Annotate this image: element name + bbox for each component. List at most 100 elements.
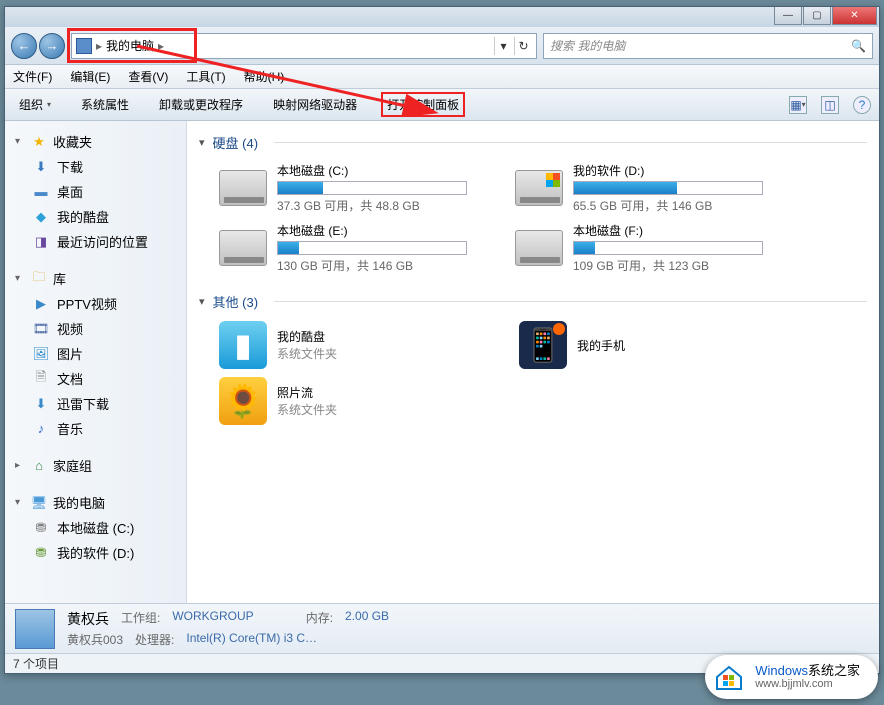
menu-help[interactable]: 帮助(H) (244, 68, 285, 85)
details-name: 黄权兵 (67, 609, 109, 629)
view-options-button[interactable]: ▦ ▾ (789, 96, 807, 114)
body: ▾ ★ 收藏夹 ⬇下载 ▬桌面 ◆我的酷盘 ◨最近访问的位置 ▾🗀库 ▶PPTV视频… (5, 121, 879, 603)
sidebar-label: 最近访问的位置 (57, 232, 148, 251)
organize-button[interactable]: 组织 ▾ (13, 92, 57, 117)
minimize-button[interactable]: — (774, 7, 802, 25)
sidebar-libraries-header[interactable]: ▾🗀库 (5, 266, 186, 291)
uninstall-programs-button[interactable]: 卸载或更改程序 (153, 92, 249, 117)
drive-stats: 65.5 GB 可用，共 146 GB (573, 197, 795, 214)
sidebar-label: 视频 (57, 319, 83, 338)
details-text: 黄权兵 工作组: WORKGROUP 内存: 2.00 GB 黄权兵003 处理… (67, 609, 389, 648)
menu-edit[interactable]: 编辑(E) (70, 68, 110, 85)
help-button[interactable]: ? (853, 96, 871, 114)
sidebar-item-pictures[interactable]: 🖼图片 (5, 341, 186, 366)
download-icon: ⬇ (33, 159, 49, 175)
drive-item[interactable]: 本地磁盘 (E:) 130 GB 可用，共 146 GB (219, 222, 499, 274)
drive-item[interactable]: 本地磁盘 (C:)37.3 GB 可用，共 48.8 GB (219, 162, 499, 214)
chevron-down-icon: ▾ (199, 295, 205, 308)
document-icon: 🗎 (33, 371, 49, 387)
refresh-button[interactable]: ↻ (514, 37, 532, 55)
sidebar-item-cooldisk[interactable]: ◆我的酷盘 (5, 204, 186, 229)
category-hdd-header[interactable]: ▾ 硬盘 (4) (199, 127, 867, 158)
sidebar-item-drive-d[interactable]: ⛃我的软件 (D:) (5, 540, 186, 565)
hdd-icon: ⛃ (33, 520, 49, 536)
drive-info: 本地磁盘 (F:) 109 GB 可用，共 123 GB (573, 222, 795, 274)
sidebar-item-downloads[interactable]: ⬇下载 (5, 154, 186, 179)
video-icon: 🎞 (33, 321, 49, 337)
watermark: Windows系统之家 www.bjjmlv.com (705, 655, 878, 699)
maximize-button[interactable]: ▢ (803, 7, 831, 25)
menu-bar: 文件(F) 编辑(E) 查看(V) 工具(T) 帮助(H) (5, 65, 879, 89)
folder-icon: 🌻 (219, 377, 267, 425)
sidebar-computer-header[interactable]: ▾🖥我的电脑 (5, 490, 186, 515)
menu-tools[interactable]: 工具(T) (186, 68, 225, 85)
sidebar-item-xunlei[interactable]: ⬇迅雷下载 (5, 391, 186, 416)
sidebar-item-videos[interactable]: 🎞 视频 (5, 316, 186, 341)
titlebar[interactable]: — ▢ ✕ (5, 7, 879, 27)
close-button[interactable]: ✕ (832, 7, 877, 25)
sidebar-homegroup-header[interactable]: ▸⌂家庭组 (5, 453, 186, 478)
chevron-down-icon: ▾ (199, 136, 205, 149)
sidebar-item-music[interactable]: ♪ 音乐 (5, 416, 186, 441)
sidebar-item-documents[interactable]: 🗎 文档 (5, 366, 186, 391)
sidebar-label: 文档 (57, 369, 83, 388)
nav-bar: ← → ▸ 我的电脑 ▸ ▾ ↻ 搜索 我的电脑 🔍 (5, 27, 879, 65)
computer-icon (76, 38, 92, 54)
organize-label: 组织 (19, 96, 43, 113)
music-icon: ♪ (33, 421, 49, 437)
address-dropdown-icon[interactable]: ▾ (494, 37, 512, 55)
watermark-text: Windows系统之家 www.bjjmlv.com (755, 664, 860, 690)
homegroup-icon: ⌂ (31, 458, 47, 474)
drive-name: 本地磁盘 (F:) (573, 222, 795, 239)
map-network-drive-button[interactable]: 映射网络驱动器 (267, 92, 363, 117)
watermark-url: www.bjjmlv.com (755, 678, 860, 690)
chevron-down-icon: ▾ (15, 497, 25, 508)
hdd-icon (515, 230, 563, 266)
drive-item[interactable]: 我的软件 (D:)65.5 GB 可用，共 146 GB (515, 162, 795, 214)
sidebar-label: 收藏夹 (53, 132, 92, 151)
preview-pane-button[interactable]: ◫ (821, 96, 839, 114)
sidebar-label: 音乐 (57, 419, 83, 438)
category-other-header[interactable]: ▾ 其他 (3) (199, 286, 867, 317)
star-icon: ★ (31, 134, 47, 150)
workgroup-label: 工作组: (121, 609, 160, 629)
drive-name: 本地磁盘 (E:) (277, 222, 499, 239)
drive-item[interactable]: 本地磁盘 (F:) 109 GB 可用，共 123 GB (515, 222, 795, 274)
sidebar-label: 桌面 (57, 182, 83, 201)
open-control-panel-button[interactable]: 打开控制面板 (381, 92, 465, 117)
memory-label: 内存: (306, 609, 333, 629)
sidebar-computer-group: ▾🖥我的电脑 ⛃本地磁盘 (C:) ⛃我的软件 (D:) (5, 490, 186, 565)
sidebar-item-recent[interactable]: ◨最近访问的位置 (5, 229, 186, 254)
others-list: ▮我的酷盘系统文件夹 📱我的手机 🌻照片流系统文件夹 (199, 317, 867, 437)
drives-list: 本地磁盘 (C:)37.3 GB 可用，共 48.8 GB 我的软件 (D:)65… (199, 158, 867, 286)
workgroup-value: WORKGROUP (172, 609, 253, 629)
divider (274, 142, 867, 143)
sidebar-item-drive-c[interactable]: ⛃本地磁盘 (C:) (5, 515, 186, 540)
other-info: 我的手机 (577, 337, 625, 354)
watermark-logo-icon (713, 661, 745, 693)
search-icon: 🔍 (851, 39, 866, 53)
nav-arrows: ← → (11, 33, 65, 59)
sidebar-label: 库 (53, 269, 66, 288)
content-pane: ▾ 硬盘 (4) 本地磁盘 (C:)37.3 GB 可用，共 48.8 GB 我的… (187, 121, 879, 603)
sidebar-item-desktop[interactable]: ▬桌面 (5, 179, 186, 204)
sidebar-label: 我的软件 (D:) (57, 543, 134, 562)
back-button[interactable]: ← (11, 33, 37, 59)
sidebar-item-pptv[interactable]: ▶PPTV视频 (5, 291, 186, 316)
pptv-icon: ▶ (33, 296, 49, 312)
chevron-down-icon: ▾ (15, 273, 25, 284)
forward-button[interactable]: → (39, 33, 65, 59)
other-item[interactable]: ▮我的酷盘系统文件夹 (219, 321, 459, 369)
system-properties-button[interactable]: 系统属性 (75, 92, 135, 117)
drive-stats: 130 GB 可用，共 146 GB (277, 257, 499, 274)
other-item[interactable]: 🌻照片流系统文件夹 (219, 377, 459, 425)
menu-file[interactable]: 文件(F) (13, 68, 52, 85)
search-box[interactable]: 搜索 我的电脑 🔍 (543, 33, 873, 59)
other-item[interactable]: 📱我的手机 (519, 321, 759, 369)
xunlei-icon: ⬇ (33, 396, 49, 412)
sidebar-libraries-group: ▾🗀库 ▶PPTV视频 🎞 视频 🖼图片 🗎 文档 ⬇迅雷下载 ♪ 音乐 (5, 266, 186, 441)
menu-view[interactable]: 查看(V) (128, 68, 168, 85)
address-bar[interactable]: ▸ 我的电脑 ▸ ▾ ↻ (71, 33, 537, 59)
drive-stats: 109 GB 可用，共 123 GB (573, 257, 795, 274)
sidebar-favorites-header[interactable]: ▾★收藏夹 (5, 129, 186, 154)
